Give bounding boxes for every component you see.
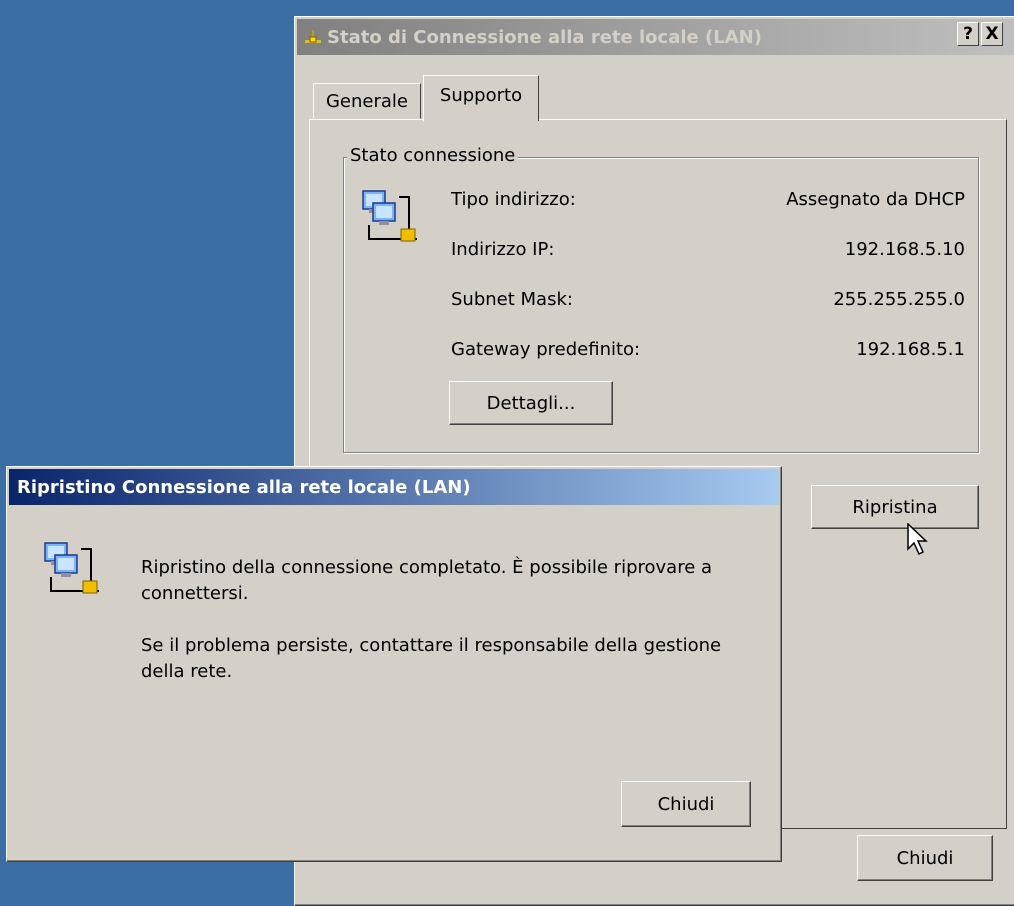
repair-message-2: Se il problema persiste, contattare il r… [141, 635, 722, 682]
repair-dialog-titlebar[interactable]: Ripristino Connessione alla rete locale … [9, 469, 779, 505]
repair-dialog: Ripristino Connessione alla rete locale … [6, 466, 782, 862]
tab-generale-label: Generale [325, 90, 408, 112]
status-close-button[interactable]: Chiudi [857, 835, 993, 881]
tab-generale[interactable]: Generale [313, 83, 421, 119]
repair-dialog-close-button-label: Chiudi [657, 793, 715, 815]
details-button[interactable]: Dettagli... [449, 381, 613, 425]
tab-supporto-label: Supporto [439, 85, 523, 106]
status-window-title: Stato di Connessione alla rete locale (L… [327, 26, 762, 48]
row-value-tipo-indirizzo: Assegnato da DHCP [786, 189, 965, 210]
repair-dialog-title: Ripristino Connessione alla rete locale … [17, 476, 471, 498]
row-value-indirizzo-ip: 192.168.5.10 [844, 239, 965, 260]
mouse-cursor-icon [907, 522, 931, 557]
repair-dialog-close-button[interactable]: Chiudi [621, 781, 751, 827]
repair-button[interactable]: Ripristina [811, 485, 979, 529]
status-window-titlebar[interactable]: Stato di Connessione alla rete locale (L… [297, 19, 1014, 55]
repair-button-label: Ripristina [852, 496, 938, 518]
row-value-gateway: 192.168.5.1 [856, 339, 965, 360]
tab-supporto[interactable]: Supporto [423, 75, 539, 121]
group-title: Stato connessione [347, 145, 519, 166]
repair-message-1: Ripristino della connessione completato.… [141, 557, 713, 604]
row-label-gateway: Gateway predefinito: [451, 339, 641, 360]
network-connection-icon [359, 187, 419, 251]
help-button[interactable]: ? [957, 22, 979, 46]
status-close-button-label: Chiudi [896, 847, 954, 869]
row-label-indirizzo-ip: Indirizzo IP: [451, 239, 555, 260]
row-label-subnet-mask: Subnet Mask: [451, 289, 573, 310]
row-label-tipo-indirizzo: Tipo indirizzo: [451, 189, 576, 210]
network-connection-icon [41, 539, 101, 603]
details-button-label: Dettagli... [486, 392, 576, 414]
network-small-icon [303, 28, 323, 46]
title-close-button[interactable]: X [981, 22, 1003, 46]
row-value-subnet-mask: 255.255.255.0 [833, 289, 965, 310]
